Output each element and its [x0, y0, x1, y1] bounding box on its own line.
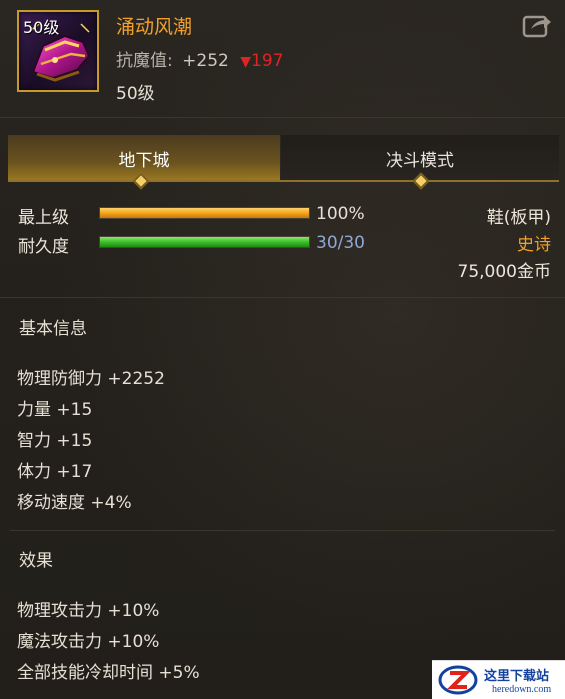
durability-label: 耐久度 — [18, 237, 69, 257]
upgrade-label: 最上级 — [18, 208, 69, 228]
site-watermark: 这里下载站 heredown.com — [432, 660, 565, 699]
header-divider — [0, 117, 565, 118]
item-level-badge: 50级 — [23, 18, 60, 37]
durability-bar — [99, 236, 310, 248]
effects-title: 效果 — [19, 551, 53, 571]
stat-line: 力量 +15 — [17, 400, 93, 420]
item-rarity: 史诗 — [517, 235, 551, 255]
magic-resist-label: 抗魔值: — [116, 51, 173, 71]
watermark-url: heredown.com — [492, 684, 552, 695]
tab-dungeon[interactable]: 地下城 — [8, 135, 280, 181]
durability-value: 30/30 — [316, 233, 365, 253]
magic-resist-down-value: 197 — [251, 51, 284, 71]
upgrade-bar — [99, 207, 310, 219]
share-icon[interactable] — [522, 12, 552, 38]
effect-line: 全部技能冷却时间 +5% — [17, 663, 200, 683]
section-divider — [0, 297, 565, 298]
stat-line: 智力 +15 — [17, 431, 93, 451]
item-icon-frame[interactable]: 50级 — [17, 10, 99, 92]
upgrade-bar-fill — [100, 208, 309, 218]
effect-line: 物理攻击力 +10% — [17, 601, 160, 621]
item-level-text: 50级 — [116, 84, 155, 104]
magic-resist-row: 抗魔值: +252 ▼197 — [116, 46, 283, 71]
watermark-logo-icon — [438, 665, 478, 695]
tab-underline — [8, 180, 559, 182]
magic-resist-compare: ▼197 — [240, 51, 283, 71]
item-price: 75,000金币 — [457, 262, 551, 282]
item-tooltip-panel: 50级 涌动风潮 抗魔值: +252 ▼197 50级 地下城 决斗模式 最上级… — [0, 0, 565, 699]
basic-info-title: 基本信息 — [19, 319, 87, 339]
magic-resist-value: +252 — [182, 51, 229, 71]
tab-pvp-label: 决斗模式 — [386, 150, 454, 171]
stat-line: 物理防御力 +2252 — [17, 369, 165, 389]
tab-dungeon-label: 地下城 — [118, 150, 170, 171]
down-arrow-icon: ▼ — [240, 54, 252, 70]
mode-tabs: 地下城 决斗模式 — [8, 135, 559, 182]
upgrade-value: 100% — [316, 204, 365, 224]
effect-line: 魔法攻击力 +10% — [17, 632, 160, 652]
stat-line: 移动速度 +4% — [17, 493, 132, 513]
stat-line: 体力 +17 — [17, 462, 93, 482]
item-type: 鞋(板甲) — [486, 208, 551, 228]
watermark-text: 这里下载站 — [484, 669, 550, 684]
durability-bar-fill — [100, 237, 309, 247]
section-divider — [10, 530, 555, 531]
item-name: 涌动风潮 — [116, 16, 193, 38]
